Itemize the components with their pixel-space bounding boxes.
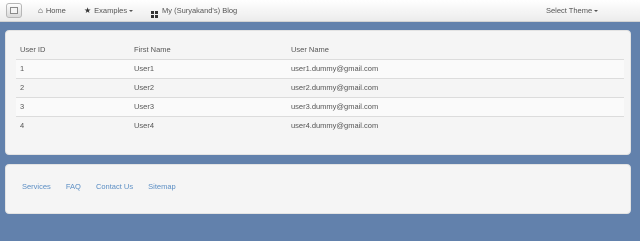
table-row: 3 User3 user3.dummy@gmail.com [16, 96, 624, 116]
users-panel: User ID First Name User Name 1 User1 use… [5, 30, 631, 155]
nav-home[interactable]: ⌂ Home [38, 5, 66, 17]
cell-user-id: 2 [16, 77, 130, 97]
cell-first-name: User2 [130, 77, 287, 97]
caret-down-icon [129, 10, 134, 13]
brand-logo[interactable] [6, 3, 22, 18]
cell-user-id: 4 [16, 115, 130, 135]
caret-down-icon [594, 10, 599, 13]
cell-user-id: 1 [16, 58, 130, 78]
table-header-row: User ID First Name User Name [16, 41, 624, 59]
users-table: User ID First Name User Name 1 User1 use… [16, 41, 624, 135]
nav-examples-dropdown[interactable]: ★ Examples [84, 5, 134, 17]
cell-user-id: 3 [16, 96, 130, 116]
footer-link-faq[interactable]: FAQ [66, 182, 81, 191]
footer-link-sitemap[interactable]: Sitemap [148, 182, 176, 191]
header-first-name: First Name [134, 45, 171, 55]
table-row: 1 User1 user1.dummy@gmail.com [16, 58, 624, 78]
cell-user-name: user3.dummy@gmail.com [287, 96, 624, 116]
top-navbar: ⌂ Home ★ Examples My (Suryakand's) Blog Se… [0, 0, 640, 22]
nav-examples-label: Examples [94, 6, 128, 15]
grid-icon [151, 11, 158, 18]
header-user-name: User Name [291, 45, 329, 55]
cell-first-name: User4 [130, 115, 287, 135]
star-icon: ★ [84, 6, 92, 15]
nav-blog-label: My (Suryakand's) Blog [162, 6, 238, 15]
table-row: 2 User2 user2.dummy@gmail.com [16, 77, 624, 97]
theme-select-dropdown[interactable]: Select Theme [546, 5, 599, 17]
footer-link-contact-us[interactable]: Contact Us [96, 182, 133, 191]
cell-user-name: user4.dummy@gmail.com [287, 115, 624, 135]
header-user-id: User ID [20, 45, 46, 55]
table-row: 4 User4 user4.dummy@gmail.com [16, 115, 624, 135]
nav-home-label: Home [45, 6, 66, 15]
footer-links: Services FAQ Contact Us Sitemap [22, 182, 189, 191]
footer-link-services[interactable]: Services [22, 182, 51, 191]
theme-select-label: Select Theme [546, 6, 593, 15]
nav-blog[interactable]: My (Suryakand's) Blog [151, 5, 238, 18]
cell-user-name: user1.dummy@gmail.com [287, 58, 624, 78]
cell-first-name: User1 [130, 58, 287, 78]
cell-first-name: User3 [130, 96, 287, 116]
cell-user-name: user2.dummy@gmail.com [287, 77, 624, 97]
footer-panel: Services FAQ Contact Us Sitemap [5, 164, 631, 214]
home-icon: ⌂ [38, 6, 43, 15]
